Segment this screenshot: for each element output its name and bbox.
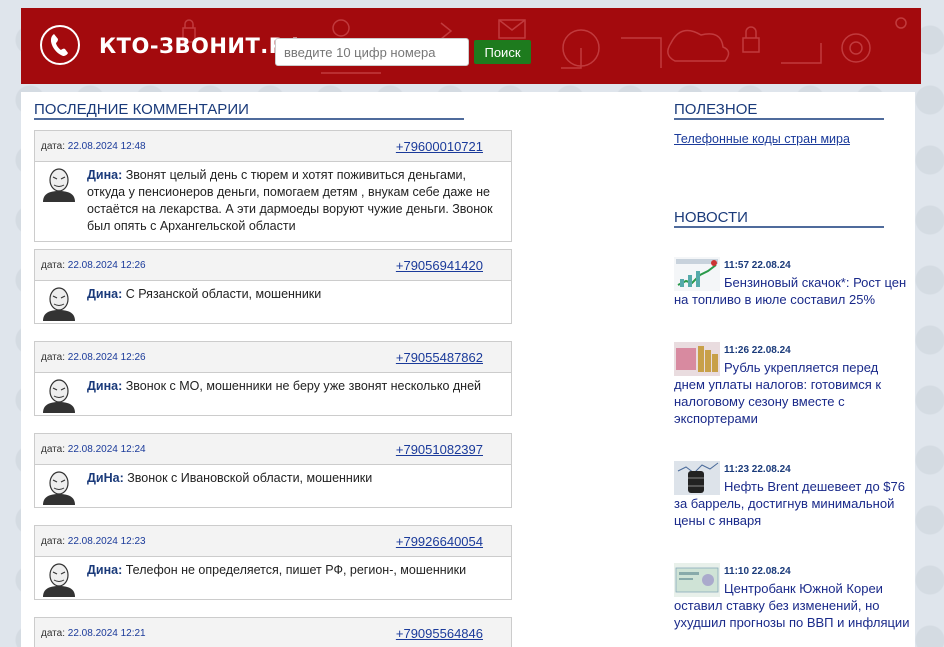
comment-body: ДиНа: Звонок с Ивановской области, мошен…	[35, 465, 511, 507]
comment-text: Звонок с Ивановской области, мошенники	[127, 471, 373, 485]
comment-text: Звонят целый день с тюрем и хотят поживи…	[87, 168, 493, 233]
comment-card: дата: 22.08.2024 12:24 +79051082397 ДиНа…	[34, 433, 512, 508]
news-thumbnail-banknote-icon	[674, 563, 720, 597]
country-codes-link[interactable]: Телефонные коды стран мира	[674, 132, 850, 146]
comment-phone-link[interactable]: +79055487862	[396, 350, 483, 365]
comment-header: дата: 22.08.2024 12:26 +79056941420	[35, 250, 511, 281]
anonymous-mask-avatar-icon	[43, 471, 75, 505]
comment-phone-link[interactable]: +79056941420	[396, 258, 483, 273]
comment-card: дата: 22.08.2024 12:48 +79600010721 Дина…	[34, 130, 512, 242]
news-thumbnail-oil-barrel-icon	[674, 461, 720, 495]
news-time: 11:23 22.08.24	[724, 464, 791, 475]
news-title-underline	[674, 226, 884, 228]
comment-header: дата: 22.08.2024 12:26 +79055487862	[35, 342, 511, 373]
anonymous-mask-avatar-icon	[43, 287, 75, 321]
comment-text: Телефон не определяется, пишет РФ, регио…	[125, 563, 467, 577]
comment-phone-link[interactable]: +79600010721	[396, 139, 483, 154]
comment-card: дата: 22.08.2024 12:26 +79056941420 Дина…	[34, 249, 512, 324]
comment-body: Дина: Звонят целый день с тюрем и хотят …	[35, 162, 511, 241]
comment-date: дата: 22.08.2024 12:26	[41, 352, 146, 363]
comment-header: дата: 22.08.2024 12:48 +79600010721	[35, 131, 511, 162]
news-item[interactable]: 11:26 22.08.24 Рубль укрепляется перед д…	[674, 342, 910, 427]
comment-author: Дина:	[87, 563, 123, 577]
news-time: 11:57 22.08.24	[724, 260, 791, 271]
comment-date: дата: 22.08.2024 12:48	[41, 141, 146, 152]
comment-text: Звонок с МО, мошенники не беру уже звоня…	[125, 379, 482, 393]
news-item[interactable]: 11:57 22.08.24 Бензиновый скачок*: Рост …	[674, 257, 910, 308]
useful-title-underline	[674, 118, 884, 120]
main-content: ПОСЛЕДНИЕ КОММЕНТАРИИ дата: 22.08.2024 1…	[21, 92, 915, 647]
anonymous-mask-avatar-icon	[43, 168, 75, 202]
news-time: 11:26 22.08.24	[724, 345, 791, 356]
comment-phone-link[interactable]: +79926640054	[396, 534, 483, 549]
comment-phone-link[interactable]: +79095564846	[396, 626, 483, 641]
news-item[interactable]: 11:10 22.08.24 Центробанк Южной Кореи ос…	[674, 563, 910, 631]
news-thumbnail-chart-icon	[674, 257, 720, 291]
comment-body: Дина: С Рязанской области, мошенники	[35, 281, 511, 323]
logo-phone-icon[interactable]	[40, 25, 80, 65]
site-header: КТО-ЗВОНИТ.РФ Поиск	[21, 8, 921, 84]
comment-phone-link[interactable]: +79051082397	[396, 442, 483, 457]
comment-header: дата: 22.08.2024 12:23 +79926640054	[35, 526, 511, 557]
comment-header: дата: 22.08.2024 12:24 +79051082397	[35, 434, 511, 465]
comment-card: дата: 22.08.2024 12:23 +79926640054 Дина…	[34, 525, 512, 600]
news-item[interactable]: 11:23 22.08.24 Нефть Brent дешевеет до $…	[674, 461, 910, 529]
comment-author: Дина:	[87, 168, 123, 182]
comment-date: дата: 22.08.2024 12:24	[41, 444, 146, 455]
anonymous-mask-avatar-icon	[43, 379, 75, 413]
comment-card: дата: 22.08.2024 12:21 +79095564846	[34, 617, 512, 647]
news-thumbnail-money-icon	[674, 342, 720, 376]
news-time: 11:10 22.08.24	[724, 566, 791, 577]
comment-card: дата: 22.08.2024 12:26 +79055487862 Дина…	[34, 341, 512, 416]
comments-title-underline	[34, 118, 464, 120]
phone-search-input[interactable]	[275, 38, 469, 66]
comment-body: Дина: Телефон не определяется, пишет РФ,…	[35, 557, 511, 599]
anonymous-mask-avatar-icon	[43, 563, 75, 597]
comment-date: дата: 22.08.2024 12:21	[41, 628, 146, 639]
comment-body: Дина: Звонок с МО, мошенники не беру уже…	[35, 373, 511, 415]
comment-author: ДиНа:	[87, 471, 124, 485]
comment-text: С Рязанской области, мошенники	[125, 287, 322, 301]
comment-header: дата: 22.08.2024 12:21 +79095564846	[35, 618, 511, 647]
comment-author: Дина:	[87, 379, 123, 393]
comment-author: Дина:	[87, 287, 123, 301]
search-button[interactable]: Поиск	[474, 40, 531, 64]
comment-date: дата: 22.08.2024 12:26	[41, 260, 146, 271]
comment-date: дата: 22.08.2024 12:23	[41, 536, 146, 547]
